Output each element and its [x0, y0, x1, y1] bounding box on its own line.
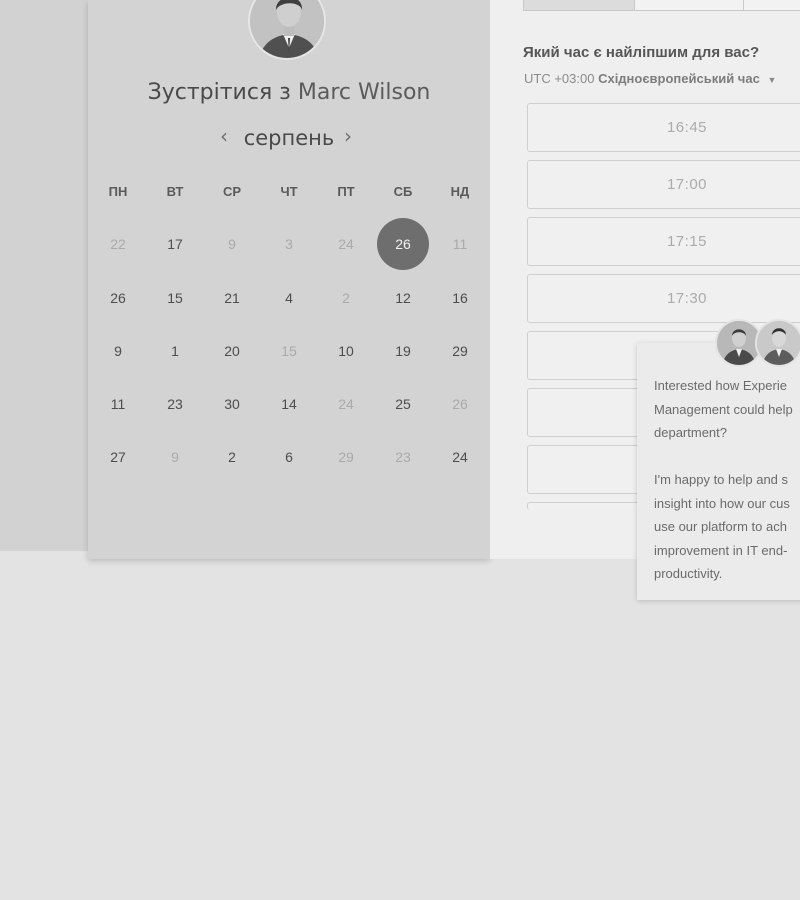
time-slot-button[interactable]: 16:45 — [527, 103, 800, 152]
calendar-day[interactable]: 27 — [92, 431, 144, 483]
calendar-day: 11 — [452, 236, 468, 252]
calendar-day[interactable]: 6 — [263, 431, 315, 483]
time-slot-label: 16:45 — [666, 119, 708, 136]
next-month-chevron-icon[interactable]: › — [344, 126, 352, 146]
timezone-name: Східноєвропейський час — [598, 71, 760, 86]
meeting-title-prefix: Зустрітися з — [147, 80, 291, 105]
month-navigation: ‹ серпень › — [88, 124, 490, 154]
calendar-day[interactable]: 14 — [263, 378, 315, 430]
chat-agent-avatar — [755, 319, 800, 367]
calendar-day: 24 — [338, 396, 354, 412]
calendar-day[interactable]: 11 — [92, 378, 144, 430]
time-slot-button[interactable]: 17:15 — [527, 217, 800, 266]
chat-popup[interactable]: Interested how Experie Management could … — [637, 343, 800, 600]
time-slot-button[interactable]: 17:00 — [527, 160, 800, 209]
calendar-day[interactable]: 9 — [92, 325, 144, 377]
calendar-day: 3 — [285, 236, 293, 252]
weekday-label: ЧТ — [280, 184, 298, 199]
calendar-day[interactable]: 2 — [206, 431, 258, 483]
calendar-day[interactable]: 4 — [263, 272, 315, 324]
duration-tab[interactable] — [634, 0, 744, 11]
calendar-day: 22 — [110, 236, 126, 252]
calendar-day[interactable]: 17 — [149, 218, 201, 270]
timezone-offset: UTC +03:00 — [524, 71, 595, 86]
calendar-day[interactable]: 26 — [92, 272, 144, 324]
calendar-day[interactable]: 16 — [434, 272, 486, 324]
weekday-header: ПН ВТ СР ЧТ ПТ СБ НД — [88, 184, 490, 202]
calendar-day[interactable]: 29 — [434, 325, 486, 377]
calendar-day[interactable]: 25 — [377, 378, 429, 430]
calendar-day: 9 — [228, 236, 236, 252]
weekday-label: ПН — [108, 184, 128, 199]
calendar-day[interactable]: 21 — [206, 272, 258, 324]
calendar-day: 24 — [338, 236, 354, 252]
weekday-label: НД — [450, 184, 470, 199]
time-slot-button[interactable]: 17:30 — [527, 274, 800, 323]
calendar-day[interactable]: 1 — [149, 325, 201, 377]
chat-message: Interested how Experie Management could … — [654, 378, 793, 581]
time-slot-label: 17:15 — [666, 233, 708, 250]
calendar-day: 29 — [338, 449, 354, 465]
calendar-day[interactable]: 20 — [206, 325, 258, 377]
calendar-day: 26 — [452, 396, 468, 412]
calendar-day: 9 — [171, 449, 179, 465]
caret-down-icon: ▼ — [767, 75, 777, 85]
calendar-day: 15 — [281, 343, 297, 359]
duration-tab[interactable] — [743, 0, 800, 11]
calendar-day[interactable]: 10 — [320, 325, 372, 377]
background-overlay — [0, 0, 88, 551]
timezone-selector[interactable]: UTC +03:00 Східноєвропейський час ▼ — [524, 71, 776, 86]
time-slot-label: 17:30 — [666, 290, 708, 307]
host-name: Marc Wilson — [297, 80, 431, 105]
calendar-day: 2 — [342, 290, 350, 306]
calendar-day[interactable]: 24 — [434, 431, 486, 483]
duration-tab[interactable] — [523, 0, 635, 11]
duration-tabs — [523, 0, 800, 12]
weekday-label: ВТ — [166, 184, 184, 199]
host-avatar — [248, 0, 326, 60]
month-label: серпень — [243, 126, 335, 150]
weekday-label: СБ — [393, 184, 413, 199]
meeting-title: Зустрітися з Marc Wilson — [88, 80, 490, 105]
calendar-day[interactable]: 23 — [149, 378, 201, 430]
weekday-label: СР — [222, 184, 242, 199]
time-slot-label: 17:00 — [666, 176, 708, 193]
calendar-panel: Зустрітися з Marc Wilson ‹ серпень › ПН … — [88, 0, 490, 559]
weekday-label: ПТ — [337, 184, 355, 199]
calendar-day[interactable]: 30 — [206, 378, 258, 430]
calendar-day[interactable]: 12 — [377, 272, 429, 324]
time-question-heading: Який час є найліпшим для вас? — [523, 44, 760, 61]
calendar-day[interactable]: 15 — [149, 272, 201, 324]
calendar-day: 23 — [395, 449, 411, 465]
calendar-day-selected[interactable]: 26 — [377, 218, 429, 270]
calendar-day[interactable]: 19 — [377, 325, 429, 377]
